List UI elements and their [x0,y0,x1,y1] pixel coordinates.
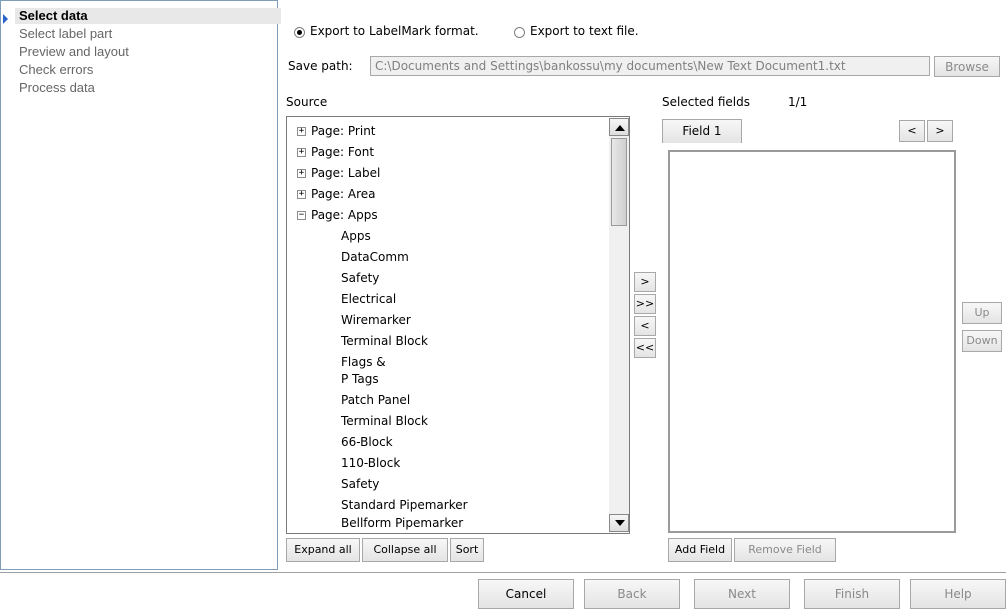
scroll-up-button[interactable] [609,118,629,136]
step-process-data[interactable]: Process data [19,80,95,96]
wizard-steps-inner: Select data Select label part Preview an… [1,1,281,569]
expand-all-button[interactable]: Expand all [286,538,360,562]
export-labelmark-label[interactable]: Export to LabelMark format. [310,24,479,38]
browse-button[interactable]: Browse [934,56,1000,77]
collapse-all-button[interactable]: Collapse all [362,538,448,562]
selected-fields-title: Selected fields [662,95,750,109]
tree-item[interactable]: Safety [341,270,379,286]
tree-item[interactable]: 110-Block [341,455,400,471]
tree-item[interactable]: Page: Font [311,144,374,160]
sort-button[interactable]: Sort [450,538,484,562]
tree-item[interactable]: Flags & [341,354,386,370]
add-field-arrow-button[interactable]: > [634,272,656,292]
arrow-down-icon [615,520,625,526]
remove-field-arrow-button[interactable]: < [634,316,656,336]
tree-item[interactable]: Page: Label [311,165,380,181]
tree-item[interactable]: Wiremarker [341,312,411,328]
expand-node-icon[interactable]: + [297,127,306,136]
export-text-label[interactable]: Export to text file. [530,24,639,38]
add-all-fields-button[interactable]: >> [634,294,656,314]
export-labelmark-radio[interactable] [294,27,305,38]
footer-divider [0,572,1006,573]
arrow-up-icon [615,125,625,131]
tree-item[interactable]: Page: Print [311,123,376,139]
source-tree[interactable]: Page: Print + Page: Font + Page: Label + Page:… [286,116,630,534]
scrollbar-thumb[interactable] [611,138,627,226]
step-select-data[interactable]: Select data [15,8,281,24]
step-select-label-part[interactable]: Select label part [19,26,112,42]
tree-item[interactable]: Terminal Block [341,413,428,429]
source-title: Source [286,95,328,109]
prev-field-button[interactable]: < [899,120,925,142]
add-field-button[interactable]: Add Field [668,538,732,562]
back-button[interactable]: Back [584,579,680,609]
tree-item[interactable]: Patch Panel [341,392,410,408]
tree-item[interactable]: Apps [341,228,371,244]
tree-item[interactable]: Page: Apps [311,207,378,223]
next-field-button[interactable]: > [927,120,953,142]
field-1-tab[interactable]: Field 1 [662,119,742,143]
export-text-radio[interactable] [514,27,525,38]
current-step-arrow-icon [3,14,8,24]
finish-button[interactable]: Finish [804,579,900,609]
collapse-node-icon[interactable]: − [297,211,306,220]
move-up-button[interactable]: Up [962,302,1002,324]
source-scrollbar[interactable] [609,118,629,532]
step-check-errors[interactable]: Check errors [19,62,93,78]
expand-node-icon[interactable]: + [297,148,306,157]
tree-item[interactable]: Standard Pipemarker [341,497,468,513]
scroll-down-button[interactable] [609,514,629,532]
remove-field-button[interactable]: Remove Field [734,538,836,562]
tree-item[interactable]: P Tags [341,371,379,387]
save-path-input[interactable]: C:\Documents and Settings\bankossu\my do… [370,56,930,76]
tree-item[interactable]: Terminal Block [341,333,428,349]
tree-item[interactable]: Electrical [341,291,396,307]
next-button[interactable]: Next [694,579,790,609]
move-down-button[interactable]: Down [962,330,1002,352]
remove-all-fields-button[interactable]: << [634,338,656,358]
cancel-button[interactable]: Cancel [478,579,574,609]
save-path-label: Save path: [288,59,353,73]
step-preview-and-layout[interactable]: Preview and layout [19,44,129,60]
selected-fields-counter: 1/1 [788,95,808,109]
tree-item[interactable]: DataComm [341,249,409,265]
tree-item[interactable]: Bellform Pipemarker [341,515,463,531]
tree-item[interactable]: Page: Area [311,186,376,202]
selected-fields-list[interactable] [668,150,956,533]
tree-item[interactable]: 66-Block [341,434,393,450]
expand-node-icon[interactable]: + [297,169,306,178]
expand-node-icon[interactable]: + [297,190,306,199]
wizard-steps-panel: Select data Select label part Preview an… [0,0,281,570]
tree-item[interactable]: Safety [341,476,379,492]
help-button[interactable]: Help [910,579,1006,609]
